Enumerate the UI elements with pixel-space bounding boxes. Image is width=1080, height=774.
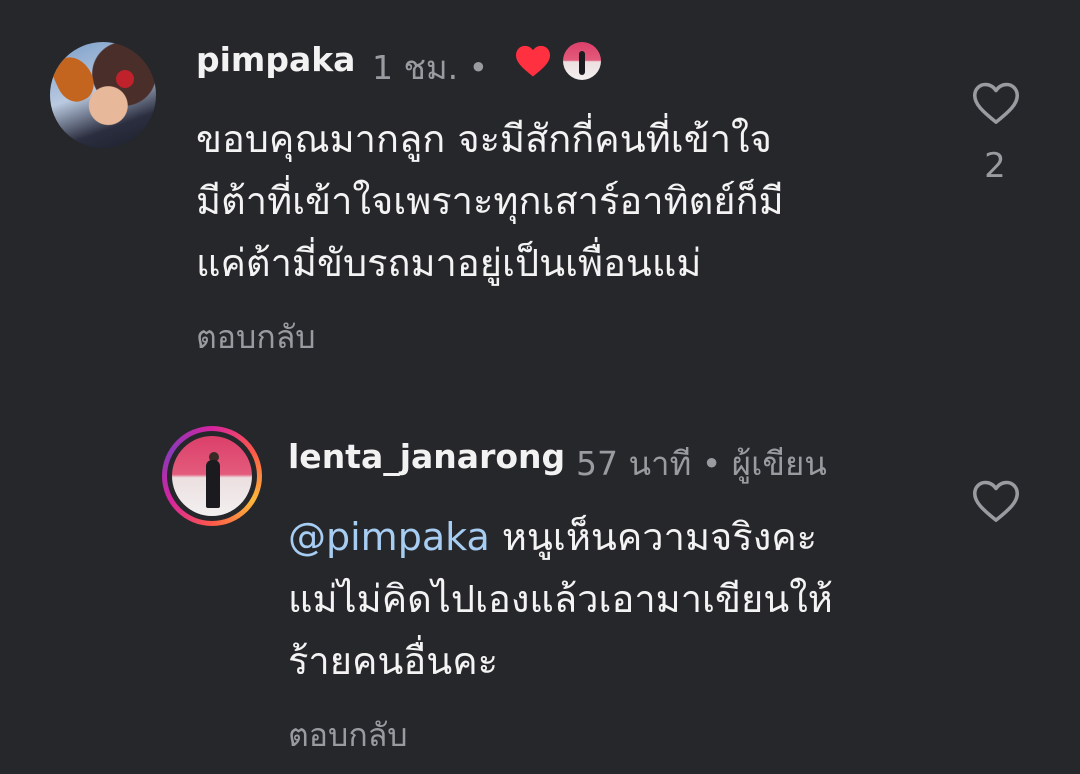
comment-time: 1 ชม. • [372,41,488,94]
like-heart-icon[interactable] [971,80,1021,126]
avatar-pimpaka[interactable] [50,42,156,148]
username[interactable]: lenta_janarong [288,437,565,476]
meta-separator: • [468,48,489,87]
avatar-lenta-janarong[interactable] [162,426,262,526]
author-liked-avatar [563,42,601,80]
comment-meta: 57 นาที • ผู้เขียน [576,437,827,490]
mention-link[interactable]: @pimpaka [288,515,490,559]
meta-separator: • [701,444,722,483]
avatar-decoration [579,51,585,75]
comments-thread: pimpaka 1 ชม. • ขอบคุณมากลูก จะมีสักกี่ค… [0,0,1080,774]
avatar-image [172,436,252,516]
avatar-decoration [50,50,101,108]
like-count: 2 [984,146,1006,186]
heart-filled-icon [516,45,550,77]
author-badge: ผู้เขียน [731,444,827,483]
comment-body: @pimpaka หนูเห็นความจริงคะ แม่ไม่คิดไปเอ… [288,506,833,692]
comment-time-text: 1 ชม. [372,48,459,87]
reply-button[interactable]: ตอบกลับ [196,312,316,363]
reply-button[interactable]: ตอบกลับ [288,710,408,761]
avatar-decoration [206,460,220,508]
like-heart-icon[interactable] [971,478,1021,524]
comment-time-text: 57 นาที [576,444,692,483]
username[interactable]: pimpaka [196,40,355,79]
comment-body: ขอบคุณมากลูก จะมีสักกี่คนที่เข้าใจ มีต้า… [196,117,784,285]
avatar-decoration [116,70,134,88]
